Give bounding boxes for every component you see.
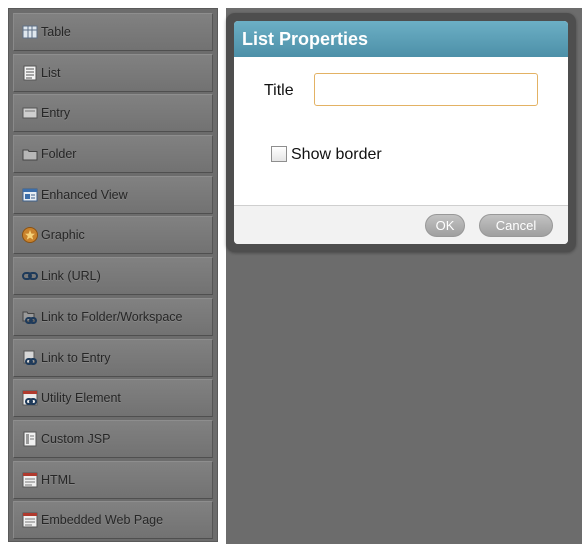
link-entry-icon	[22, 350, 38, 366]
palette-item-label: Embedded Web Page	[41, 513, 164, 528]
list-properties-dialog: List Properties Title Show border OK Can…	[226, 13, 576, 252]
palette-item-label: Enhanced View	[41, 187, 128, 202]
palette-item-label: Link to Folder/Workspace	[41, 309, 183, 324]
palette-item-label: Entry	[41, 106, 71, 121]
show-border-checkbox[interactable]	[271, 146, 287, 162]
list-icon	[22, 65, 38, 81]
palette-item-label: Folder	[41, 147, 77, 162]
palette-item-label: HTML	[41, 472, 76, 487]
palette-item-entry[interactable]: Entry	[13, 94, 213, 133]
entry-icon	[22, 105, 38, 121]
palette-item-label: Link (URL)	[41, 269, 101, 284]
graphic-icon	[22, 227, 38, 244]
dialog-header[interactable]: List Properties	[234, 21, 568, 57]
palette-item-link-entry[interactable]: Link to Entry	[13, 338, 213, 377]
title-input[interactable]	[314, 73, 538, 106]
utility-element-icon	[22, 390, 38, 406]
embedded-web-page-icon	[22, 512, 38, 528]
palette-item-link-url[interactable]: Link (URL)	[13, 257, 213, 296]
palette-item-label: List	[41, 65, 61, 80]
ok-button[interactable]: OK	[425, 214, 465, 237]
palette-item-list[interactable]: List	[13, 53, 213, 92]
table-icon	[22, 24, 38, 40]
palette-item-label: Graphic	[41, 228, 85, 243]
dialog-content: List Properties Title Show border OK Can…	[234, 21, 568, 244]
html-icon	[22, 472, 38, 488]
show-border-label[interactable]: Show border	[291, 146, 382, 164]
palette-item-folder[interactable]: Folder	[13, 135, 213, 174]
palette-item-table[interactable]: Table	[13, 13, 213, 51]
link-icon	[22, 268, 38, 284]
palette-item-embedded-web-page[interactable]: Embedded Web Page	[13, 501, 213, 540]
palette-item-label: Link to Entry	[41, 350, 111, 365]
palette-item-utility-element[interactable]: Utility Element	[13, 379, 213, 418]
palette-item-custom-jsp[interactable]: Custom JSP	[13, 419, 213, 458]
dialog-title: List Properties	[242, 28, 369, 49]
palette-item-html[interactable]: HTML	[13, 460, 213, 499]
folder-icon	[22, 146, 38, 162]
enhanced-view-icon	[22, 187, 38, 203]
palette-item-enhanced-view[interactable]: Enhanced View	[13, 175, 213, 214]
palette-item-label: Custom JSP	[41, 431, 111, 446]
panel-separator	[219, 8, 226, 544]
palette-item-link-folder-workspace[interactable]: Link to Folder/Workspace	[13, 297, 213, 336]
palette-item-graphic[interactable]: Graphic	[13, 216, 213, 255]
palette-item-label: Table	[41, 25, 71, 39]
palette-sidebar: Table List Entry Folder Enhanced View Gr…	[8, 8, 218, 542]
cancel-button[interactable]: Cancel	[479, 214, 553, 237]
custom-jsp-icon	[22, 431, 38, 447]
link-folder-icon	[22, 309, 38, 325]
palette-item-label: Utility Element	[41, 391, 121, 406]
dialog-footer: OK Cancel	[234, 205, 568, 244]
title-field-label: Title	[264, 82, 294, 99]
